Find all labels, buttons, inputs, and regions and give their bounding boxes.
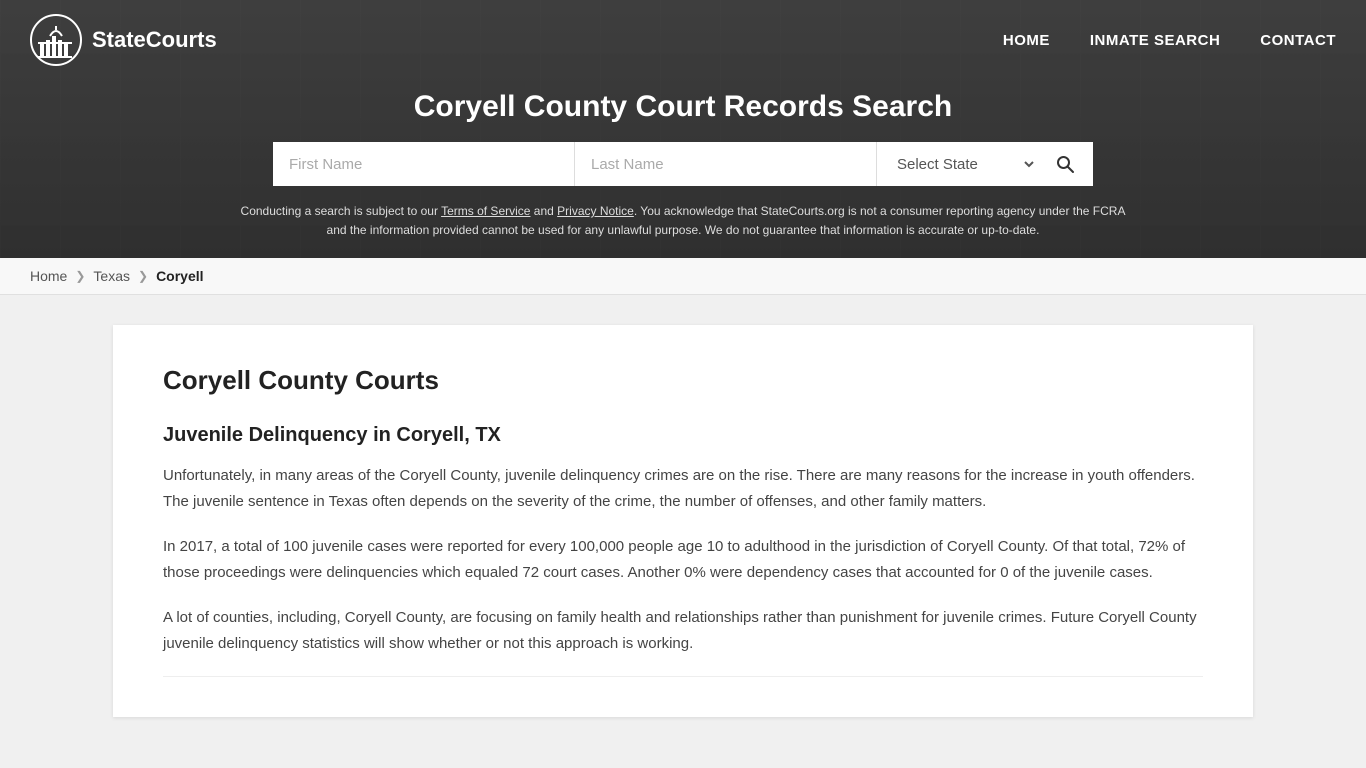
nav-home[interactable]: HOME xyxy=(1003,32,1050,49)
breadcrumb-state[interactable]: Texas xyxy=(93,268,130,284)
section-divider xyxy=(163,676,1203,677)
state-select[interactable]: Select State Texas California Florida Ne… xyxy=(877,142,1037,186)
logo-icon xyxy=(30,14,82,66)
terms-link[interactable]: Terms of Service xyxy=(441,204,530,218)
header: StateCourts HOME INMATE SEARCH CONTACT C… xyxy=(0,0,1366,258)
search-button[interactable] xyxy=(1037,142,1093,186)
header-title-area: Coryell County Court Records Search Sele… xyxy=(0,80,1366,258)
breadcrumb-home[interactable]: Home xyxy=(30,268,67,284)
disclaimer-text: Conducting a search is subject to our Te… xyxy=(233,202,1133,240)
breadcrumb: Home ❯ Texas ❯ Coryell xyxy=(0,258,1366,295)
breadcrumb-county: Coryell xyxy=(156,268,203,284)
last-name-input[interactable] xyxy=(575,142,876,186)
content-para2: In 2017, a total of 100 juvenile cases w… xyxy=(163,534,1203,585)
content-card: Coryell County Courts Juvenile Delinquen… xyxy=(113,325,1253,717)
breadcrumb-sep-2: ❯ xyxy=(138,269,148,283)
content-para3: A lot of counties, including, Coryell Co… xyxy=(163,605,1203,656)
nav-contact[interactable]: CONTACT xyxy=(1260,32,1336,49)
page-title: Coryell County Court Records Search xyxy=(20,90,1346,124)
content-para1: Unfortunately, in many areas of the Cory… xyxy=(163,463,1203,514)
first-name-input[interactable] xyxy=(273,142,574,186)
section1-heading: Juvenile Delinquency in Coryell, TX xyxy=(163,424,1203,447)
content-heading: Coryell County Courts xyxy=(163,365,1203,396)
logo-link[interactable]: StateCourts xyxy=(30,14,217,66)
breadcrumb-sep-1: ❯ xyxy=(75,269,85,283)
nav-inmate-search[interactable]: INMATE SEARCH xyxy=(1090,32,1220,49)
main-content: Coryell County Courts Juvenile Delinquen… xyxy=(93,325,1273,717)
nav-links: HOME INMATE SEARCH CONTACT xyxy=(1003,32,1336,49)
nav-bar: StateCourts HOME INMATE SEARCH CONTACT xyxy=(0,0,1366,80)
search-bar: Select State Texas California Florida Ne… xyxy=(273,142,1093,186)
privacy-link[interactable]: Privacy Notice xyxy=(557,204,634,218)
search-icon xyxy=(1055,154,1075,174)
logo-text: StateCourts xyxy=(92,27,217,53)
